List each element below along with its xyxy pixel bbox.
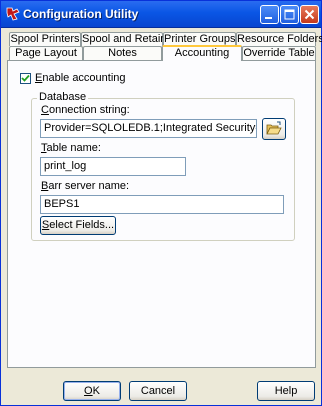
- select-fields-button[interactable]: Select Fields...: [40, 216, 116, 235]
- tab-spool-printers[interactable]: Spool Printers: [9, 32, 81, 46]
- tab-printer-groups[interactable]: Printer Groups: [163, 32, 236, 46]
- configuration-window: Configuration Utility Spool Printers Spo…: [0, 0, 322, 406]
- tab-override-table[interactable]: Override Table: [242, 46, 316, 60]
- connection-string-field[interactable]: Provider=SQLOLEDB.1;Integrated Security=…: [40, 119, 257, 138]
- table-name-label: Table name:: [41, 142, 101, 154]
- table-name-field[interactable]: print_log: [40, 157, 186, 176]
- tab-resource-folders[interactable]: Resource Folders: [236, 32, 322, 46]
- checkmark-icon: [21, 74, 30, 82]
- maximize-button[interactable]: [280, 5, 299, 24]
- title-bar[interactable]: Configuration Utility: [1, 1, 321, 28]
- help-button[interactable]: Help: [257, 381, 315, 401]
- folder-open-icon: [266, 121, 282, 135]
- minimize-button[interactable]: [260, 5, 279, 24]
- enable-accounting-label[interactable]: Enable accounting: [35, 72, 126, 84]
- enable-accounting-checkbox[interactable]: [20, 73, 31, 84]
- tab-notes[interactable]: Notes: [83, 46, 162, 60]
- connection-string-label: Connection string:: [41, 104, 130, 116]
- maximize-icon: [284, 9, 295, 20]
- database-group-title: Database: [37, 91, 89, 103]
- printer-app-icon: [5, 6, 21, 22]
- close-icon: [304, 9, 315, 20]
- browse-connection-button[interactable]: [262, 118, 286, 140]
- tab-row-top: Spool Printers Spool and Retain Printer …: [7, 32, 322, 46]
- barr-server-name-field[interactable]: BEPS1: [40, 195, 284, 214]
- barr-server-name-label: Barr server name:: [41, 180, 130, 192]
- ok-button[interactable]: OK: [63, 381, 121, 401]
- window-title: Configuration Utility: [23, 7, 139, 21]
- minimize-icon: [265, 17, 272, 19]
- tab-page-layout[interactable]: Page Layout: [9, 46, 83, 60]
- tab-accounting[interactable]: Accounting: [162, 45, 242, 61]
- tab-spool-and-retain[interactable]: Spool and Retain: [81, 32, 166, 46]
- close-button[interactable]: [300, 5, 319, 24]
- cancel-button[interactable]: Cancel: [129, 381, 187, 401]
- tab-row-bottom: Page Layout Notes Accounting Override Ta…: [7, 45, 316, 61]
